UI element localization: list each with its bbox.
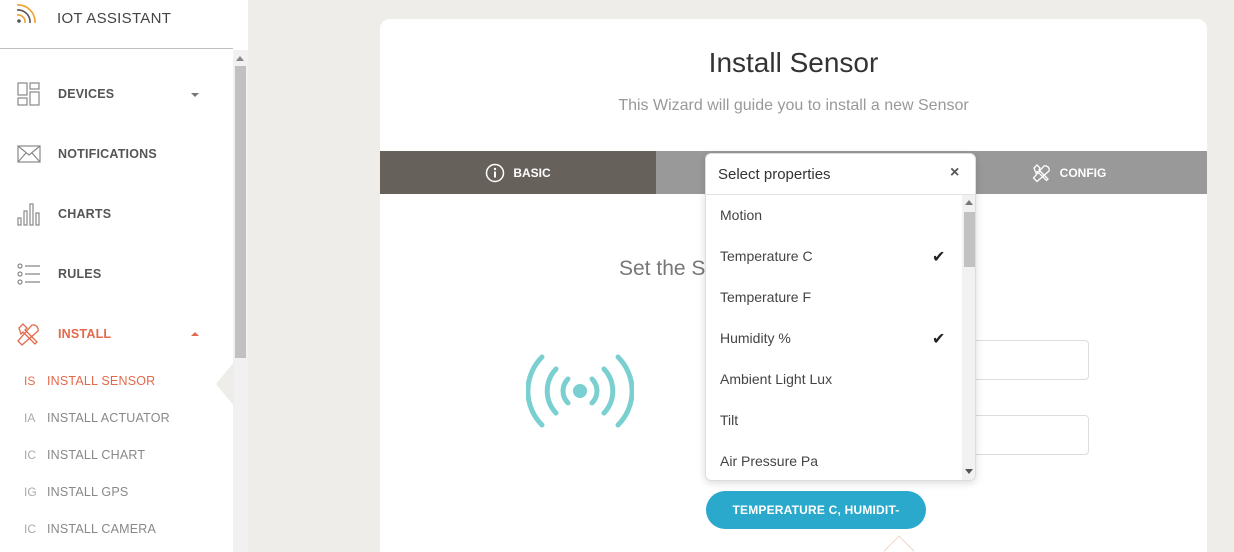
- option-label: Motion: [720, 207, 763, 223]
- scroll-up-arrow-icon[interactable]: [236, 56, 244, 61]
- chevron-down-icon: [191, 93, 199, 97]
- subitem-abbr: IC: [24, 447, 36, 462]
- scrollbar-thumb[interactable]: [964, 212, 975, 267]
- subitem-abbr: IG: [24, 484, 37, 499]
- sidebar-item-label: NOTIFICATIONS: [58, 147, 157, 161]
- info-icon: [486, 163, 505, 182]
- brand-header: IOT ASSISTANT: [0, 0, 233, 49]
- sidebar-item-devices[interactable]: DEVICES: [0, 64, 233, 124]
- sidebar-item-label: DEVICES: [58, 87, 115, 101]
- sidebar-subitem-install-gps[interactable]: IG INSTALL GPS: [0, 473, 233, 510]
- subitem-label: INSTALL ACTUATOR: [47, 410, 170, 425]
- option-label: Air Pressure Pa: [720, 453, 819, 469]
- checkmark-icon: ✔: [932, 331, 946, 348]
- sidebar-subitem-install-actuator[interactable]: IA INSTALL ACTUATOR: [0, 399, 233, 436]
- bar-chart-icon: [17, 203, 40, 226]
- sidebar-subitem-install-chart[interactable]: IC INSTALL CHART: [0, 436, 233, 473]
- tooltip-arrow: [883, 535, 915, 552]
- sidebar-item-rules[interactable]: RULES: [0, 244, 233, 304]
- option-label: Ambient Light Lux: [720, 371, 833, 387]
- subitem-label: INSTALL CHART: [47, 447, 146, 462]
- dropdown-header: Select properties ×: [706, 154, 975, 195]
- sensor-name-field[interactable]: [958, 340, 1089, 380]
- subitem-abbr: IS: [24, 373, 36, 388]
- wireless-sensor-icon: [526, 354, 634, 428]
- sidebar-item-charts[interactable]: CHARTS: [0, 184, 233, 244]
- sidebar-item-label: CHARTS: [58, 207, 112, 221]
- dropdown-scrollbar[interactable]: [962, 195, 975, 480]
- option-ambient-light[interactable]: Ambient Light Lux: [706, 359, 962, 400]
- list-icon: [17, 263, 40, 285]
- option-humidity[interactable]: Humidity % ✔: [706, 318, 962, 359]
- tools-icon: [17, 323, 39, 346]
- app-title: IOT ASSISTANT: [57, 10, 172, 27]
- subitem-label: INSTALL CAMERA: [47, 521, 157, 536]
- option-label: Tilt: [720, 412, 739, 428]
- sidebar-subitem-install-sensor[interactable]: IS INSTALL SENSOR: [0, 362, 233, 399]
- step-heading: Set the S: [619, 257, 706, 280]
- sidebar-item-notifications[interactable]: NOTIFICATIONS: [0, 124, 233, 184]
- page-subtitle: This Wizard will guide you to install a …: [618, 97, 969, 114]
- scrollbar-thumb[interactable]: [235, 66, 246, 358]
- scroll-down-arrow-icon[interactable]: [965, 469, 973, 474]
- scroll-up-arrow-icon[interactable]: [965, 200, 973, 205]
- subitem-abbr: IA: [24, 410, 36, 425]
- sidebar-subitem-install-camera[interactable]: IC INSTALL CAMERA: [0, 510, 233, 547]
- subitem-abbr: IC: [24, 521, 36, 536]
- option-label: Temperature F: [720, 289, 812, 305]
- option-motion[interactable]: Motion: [706, 195, 962, 236]
- sidebar-item-install[interactable]: INSTALL: [0, 304, 233, 364]
- page-title: Install Sensor: [708, 47, 879, 78]
- option-tilt[interactable]: Tilt: [706, 400, 962, 441]
- envelope-icon: [17, 145, 41, 163]
- subitem-label: INSTALL SENSOR: [47, 373, 156, 388]
- option-label: Temperature C: [720, 248, 813, 264]
- sidebar-item-label: RULES: [58, 267, 102, 281]
- sidebar-scrollbar[interactable]: [233, 50, 248, 552]
- tab-label: CONFIG: [1059, 165, 1107, 180]
- option-air-pressure[interactable]: Air Pressure Pa: [706, 441, 962, 480]
- select-properties-dropdown: Select properties × Motion Temperature C…: [705, 153, 976, 481]
- option-temperature-f[interactable]: Temperature F: [706, 277, 962, 318]
- active-pointer: [216, 362, 234, 406]
- subitem-label: INSTALL GPS: [47, 484, 129, 499]
- option-label: Humidity %: [720, 330, 791, 346]
- close-icon[interactable]: ×: [950, 164, 959, 182]
- dropdown-options: Motion Temperature C ✔ Temperature F Hum…: [706, 195, 962, 480]
- tools-icon: [1032, 163, 1050, 182]
- dropdown-title: Select properties: [718, 166, 831, 183]
- sensor-id-field[interactable]: [958, 415, 1089, 455]
- checkmark-icon: ✔: [932, 249, 946, 266]
- chevron-up-icon: [191, 332, 199, 336]
- sidebar: IOT ASSISTANT DEVICES NOTIFICATIONS CHAR…: [0, 0, 248, 552]
- tab-label: BASIC: [513, 165, 551, 180]
- properties-select-button[interactable]: TEMPERATURE C, HUMIDIT-: [706, 491, 926, 529]
- sidebar-item-label: INSTALL: [58, 327, 112, 341]
- signal-logo-icon: [16, 4, 36, 24]
- dashboard-icon: [17, 82, 40, 106]
- tab-basic[interactable]: BASIC: [380, 151, 656, 194]
- option-temperature-c[interactable]: Temperature C ✔: [706, 236, 962, 277]
